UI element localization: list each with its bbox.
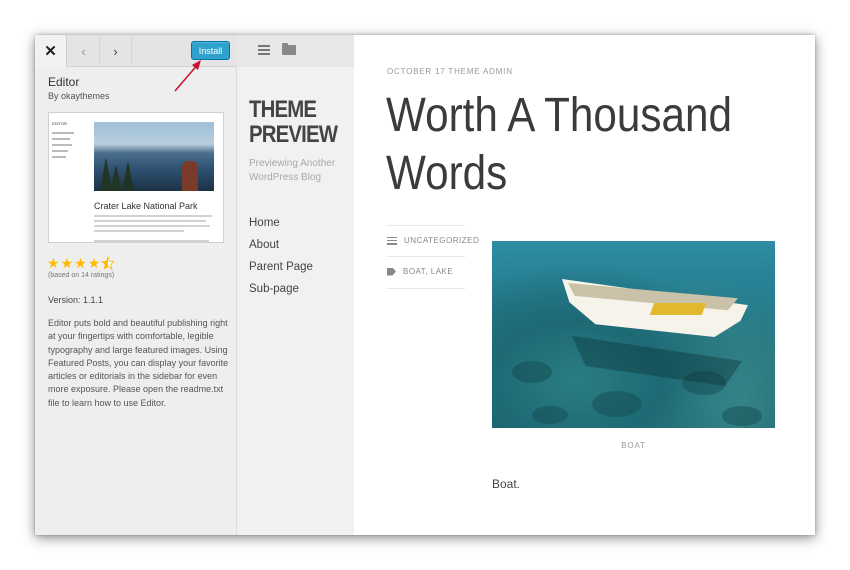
folder-icon[interactable] <box>282 43 296 55</box>
image-caption: BOAT <box>621 441 646 450</box>
theme-name: Editor <box>48 75 80 89</box>
post-category: UNCATEGORIZED <box>387 225 479 257</box>
boat-photo <box>492 241 775 428</box>
post-body: Boat. <box>492 477 521 491</box>
nav-item-sub-page[interactable]: Sub-page <box>249 278 313 300</box>
half-star-icon <box>101 256 116 272</box>
site-navigation: Home About Parent Page Sub-page <box>249 212 313 300</box>
tags-link[interactable]: BOAT, LAKE <box>403 267 453 276</box>
site-title[interactable]: THEME PREVIEW <box>249 97 338 147</box>
post-title[interactable]: Worth A Thousand Words <box>386 87 756 203</box>
theme-screenshot: EDITOR Crater Lake National Park <box>48 112 224 243</box>
star-icon: ★ <box>47 255 60 271</box>
list-icon <box>387 236 397 245</box>
nav-item-about[interactable]: About <box>249 234 313 256</box>
nav-item-home[interactable]: Home <box>249 212 313 234</box>
customizer-window: ✕ ‹ › Install Editor By okaythemes EDITO… <box>35 35 815 535</box>
theme-author: By okaythemes <box>48 91 110 101</box>
rating-stars: ★ ★ ★ ★ <box>47 255 116 272</box>
screenshot-sidebar: EDITOR <box>52 116 86 240</box>
theme-details-panel: ✕ ‹ › Install Editor By okaythemes EDITO… <box>35 35 237 535</box>
post-tags: BOAT, LAKE <box>387 257 465 289</box>
theme-version: Version: 1.1.1 <box>48 295 104 305</box>
category-link[interactable]: UNCATEGORIZED <box>404 236 479 245</box>
star-icon: ★ <box>87 255 101 271</box>
sidebar-toolbar <box>237 35 354 67</box>
preview-sidebar: THEME PREVIEW Previewing Another WordPre… <box>237 35 354 535</box>
star-icon: ★ <box>60 255 74 271</box>
screenshot-text-lines <box>94 215 214 242</box>
panel-toolbar: ✕ ‹ › Install <box>35 35 237 67</box>
close-icon[interactable]: ✕ <box>35 35 67 67</box>
nav-item-parent-page[interactable]: Parent Page <box>249 256 313 278</box>
star-icon: ★ <box>74 255 87 271</box>
screenshot-post-title: Crater Lake National Park <box>94 201 198 211</box>
site-tagline: Previewing Another WordPress Blog <box>249 158 336 183</box>
screenshot-sidebar-title: EDITOR <box>52 121 68 126</box>
chevron-right-icon[interactable]: › <box>100 35 132 67</box>
menu-icon[interactable] <box>258 45 270 55</box>
annotation-arrow-icon <box>174 60 201 92</box>
theme-description: Editor puts bold and beautiful publishin… <box>48 318 229 408</box>
post-meta[interactable]: OCTOBER 17 THEME ADMIN <box>387 67 513 76</box>
screenshot-photo <box>94 122 214 191</box>
install-button[interactable]: Install <box>191 41 230 60</box>
post-content: OCTOBER 17 THEME ADMIN Worth A Thousand … <box>354 35 815 535</box>
chevron-left-icon[interactable]: ‹ <box>68 35 100 67</box>
tag-icon <box>387 267 396 276</box>
rating-count: (based on 14 ratings) <box>48 272 115 279</box>
